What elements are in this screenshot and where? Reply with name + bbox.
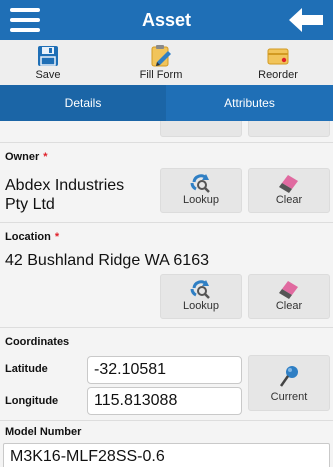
divider [0, 327, 333, 328]
previous-section-button-left[interactable] [160, 121, 242, 137]
fill-form-label: Fill Form [139, 69, 183, 81]
app-header: Asset [0, 0, 333, 40]
owner-value: Abdex Industries Pty Ltd [5, 176, 124, 214]
coordinates-label: Coordinates [5, 336, 70, 348]
required-mark: * [43, 151, 48, 163]
owner-clear-button[interactable]: Clear [248, 168, 330, 213]
location-label: Location * [5, 231, 59, 243]
owner-label: Owner * [5, 151, 48, 163]
previous-section-button-right[interactable] [248, 121, 330, 137]
current-location-label: Current [270, 391, 308, 403]
tab-bar: Details Attributes [0, 85, 333, 121]
divider [0, 142, 333, 143]
reorder-button[interactable]: Reorder [248, 40, 308, 85]
owner-lookup-button[interactable]: Lookup [160, 168, 242, 213]
owner-value-line2: Pty Ltd [5, 196, 55, 213]
location-lookup-button[interactable]: Lookup [160, 274, 242, 319]
tab-details[interactable]: Details [0, 85, 166, 121]
location-pin-icon [279, 366, 298, 387]
clipboard-pencil-icon [151, 45, 171, 67]
location-clear-button[interactable]: Clear [248, 274, 330, 319]
arrow-left-icon[interactable] [289, 8, 323, 32]
save-label: Save [35, 69, 61, 81]
longitude-input[interactable] [87, 387, 242, 415]
model-number-input[interactable] [3, 443, 330, 467]
location-value: 42 Bushland Ridge WA 6163 [5, 252, 209, 269]
details-form: Owner * Abdex Industries Pty Ltd Lookup C… [0, 121, 333, 467]
current-location-button[interactable]: Current [248, 355, 330, 411]
eraser-icon [279, 175, 298, 193]
divider [0, 420, 333, 421]
page-title: Asset [141, 10, 192, 30]
location-clear-label: Clear [275, 300, 303, 312]
owner-clear-label: Clear [275, 194, 303, 206]
tab-attributes[interactable]: Attributes [166, 85, 333, 121]
latitude-label: Latitude [5, 363, 48, 375]
save-button[interactable]: Save [20, 40, 76, 85]
reorder-label: Reorder [258, 69, 298, 81]
divider [0, 222, 333, 223]
owner-value-line1: Abdex Industries [5, 177, 125, 194]
refresh-search-icon [190, 280, 210, 299]
eraser-icon [279, 281, 298, 299]
latitude-input[interactable] [87, 356, 242, 384]
model-number-label: Model Number [5, 426, 82, 438]
required-mark: * [54, 231, 60, 243]
longitude-label: Longitude [5, 395, 59, 407]
location-label-text: Location [5, 231, 51, 243]
action-toolbar: Save Fill Form Reorder [0, 40, 333, 85]
reorder-card-icon [267, 48, 289, 65]
location-lookup-label: Lookup [182, 300, 220, 312]
owner-lookup-label: Lookup [182, 194, 220, 206]
owner-label-text: Owner [5, 151, 40, 163]
refresh-search-icon [190, 174, 210, 193]
floppy-disk-icon [38, 46, 58, 66]
fill-form-button[interactable]: Fill Form [126, 40, 196, 85]
